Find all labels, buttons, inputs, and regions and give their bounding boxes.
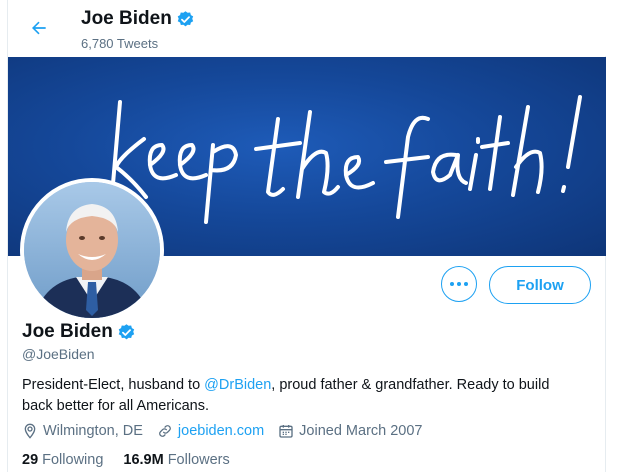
following-link[interactable]: 29 Following xyxy=(22,452,103,468)
profile-name: Joe Biden xyxy=(22,321,136,343)
joined-item: Joined March 2007 xyxy=(278,423,423,439)
followers-link[interactable]: 16.9M Followers xyxy=(123,452,229,468)
back-button[interactable] xyxy=(24,13,54,43)
tweet-count: 6,780 Tweets xyxy=(81,36,159,51)
following-count: 29 xyxy=(22,452,39,468)
profile-meta: Wilmington, DE joebiden.com Joined March… xyxy=(22,423,437,439)
profile-avatar[interactable] xyxy=(20,178,164,322)
location-text: Wilmington, DE xyxy=(43,423,143,439)
website-item: joebiden.com xyxy=(157,423,264,439)
header-name: Joe Biden xyxy=(81,8,195,30)
link-icon xyxy=(159,425,171,437)
avatar-photo xyxy=(24,182,160,318)
profile-bio: President-Elect, husband to @DrBiden, pr… xyxy=(22,375,582,417)
profile-name-text: Joe Biden xyxy=(22,321,113,342)
verified-badge-icon xyxy=(177,10,193,26)
header-name-text: Joe Biden xyxy=(81,8,172,29)
profile-header: Joe Biden 6,780 Tweets xyxy=(8,0,606,56)
bio-text-start: President-Elect, husband to xyxy=(22,377,205,393)
followers-label: Followers xyxy=(167,452,230,468)
bio-mention-link[interactable]: @DrBiden xyxy=(204,377,271,393)
joined-text: Joined March 2007 xyxy=(299,423,423,439)
left-divider xyxy=(0,0,8,472)
more-options-button[interactable] xyxy=(441,266,477,302)
verified-badge-icon xyxy=(118,323,134,339)
following-label: Following xyxy=(42,452,104,468)
location-item: Wilmington, DE xyxy=(22,423,143,439)
arrow-left-icon xyxy=(32,21,46,35)
website-link[interactable]: joebiden.com xyxy=(178,423,264,439)
follow-button[interactable]: Follow xyxy=(489,266,591,304)
followers-count: 16.9M xyxy=(123,452,164,468)
more-options-icon xyxy=(450,282,468,286)
follow-counts: 29 Following 16.9M Followers xyxy=(22,452,250,468)
profile-handle: @JoeBiden xyxy=(22,346,95,362)
right-divider xyxy=(605,0,628,472)
calendar-icon xyxy=(279,425,293,438)
location-pin-icon xyxy=(24,423,36,439)
